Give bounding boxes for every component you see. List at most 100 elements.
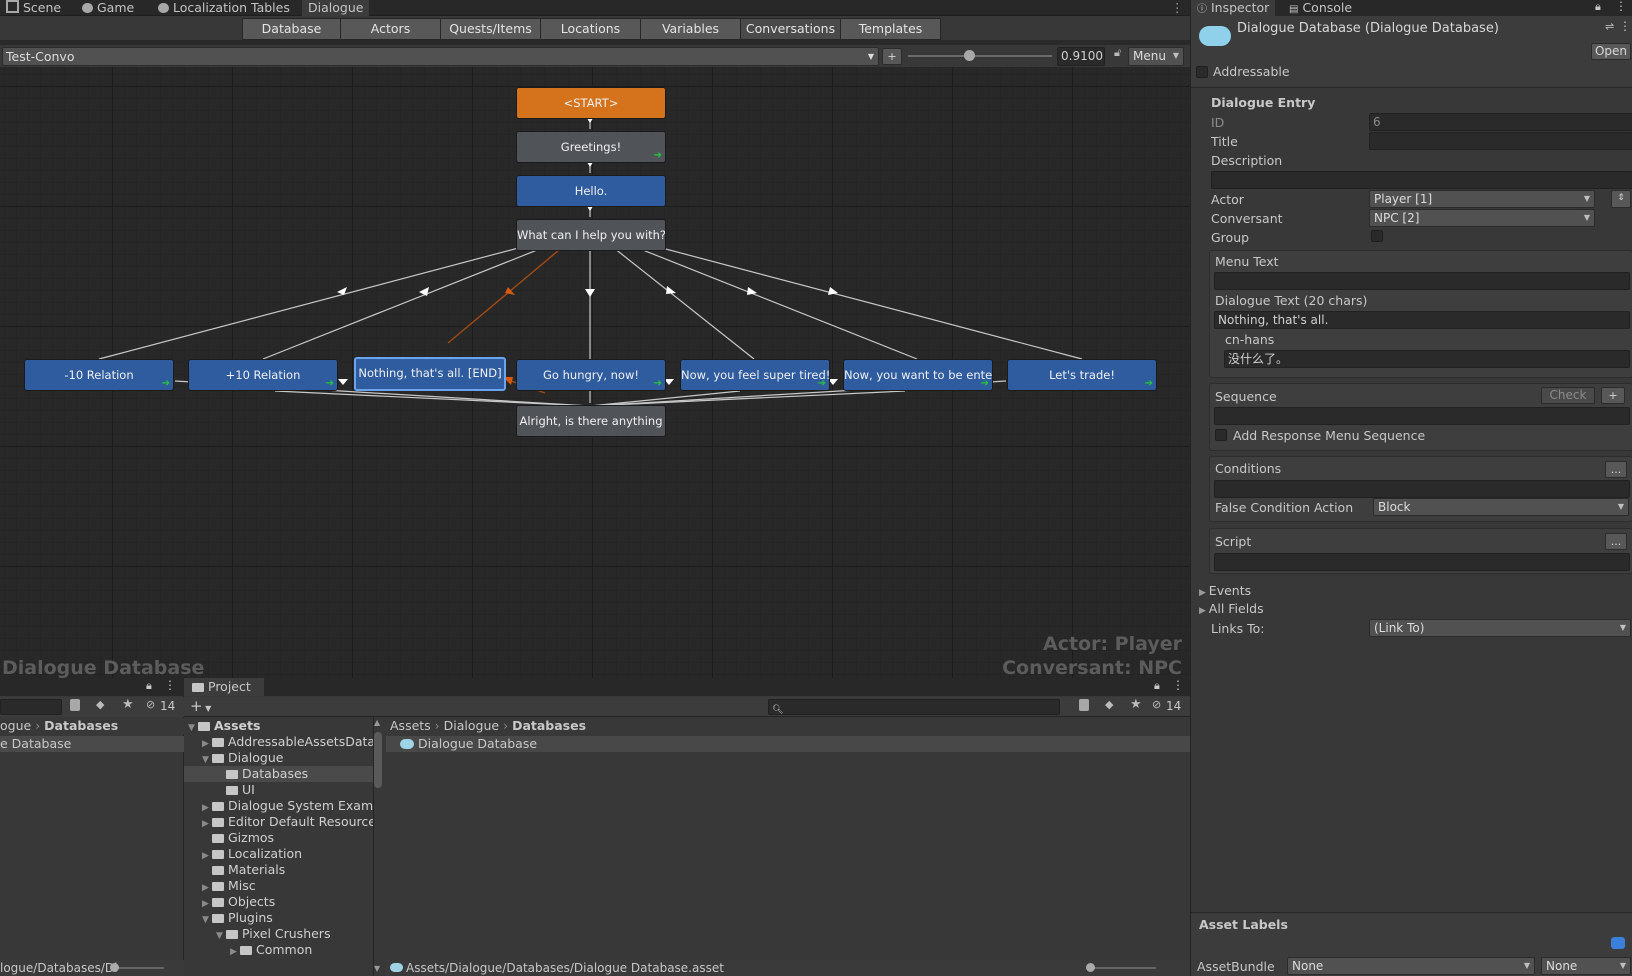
assetbundle-dropdown[interactable]: None ▼ <box>1287 957 1535 975</box>
description-field[interactable] <box>1211 171 1632 189</box>
node-help[interactable]: What can I help you with? <box>516 219 666 251</box>
tab-scene[interactable]: Scene <box>6 0 61 16</box>
dialogue-text-field[interactable]: Nothing, that's all. <box>1214 311 1630 329</box>
left-size-slider-handle[interactable] <box>110 963 119 972</box>
scroll-down-icon[interactable]: ▼ <box>374 964 380 973</box>
create-button[interactable]: + ▼ <box>190 698 211 717</box>
node-entertain[interactable]: Now, you want to be entert ➔ <box>843 359 993 391</box>
tab-dialogue[interactable]: Dialogue <box>302 0 370 16</box>
scroll-up-icon[interactable]: ▲ <box>374 718 380 727</box>
tree-item[interactable]: Materials <box>184 862 373 878</box>
sequence-field[interactable] <box>1214 407 1630 425</box>
left-search-input[interactable] <box>0 699 62 715</box>
node-nothing-end[interactable]: Nothing, that's all. [END] <box>354 357 506 391</box>
tree-item[interactable]: UI <box>184 782 373 798</box>
icon-size-slider[interactable] <box>1086 967 1156 969</box>
tree-item[interactable]: ▼ Pixel Crushers <box>184 926 373 942</box>
tab-quests-items[interactable]: Quests/Items <box>440 18 541 40</box>
tree-item[interactable]: ▼ Assets <box>184 718 373 734</box>
conditions-wizard-button[interactable]: ... <box>1605 461 1627 478</box>
tree-item[interactable]: ▶ Dialogue System Exampl <box>184 798 373 814</box>
more-icon[interactable]: ⋮ <box>1619 19 1631 33</box>
chevron-right-icon[interactable]: ▶ <box>230 944 240 960</box>
filter-type-icon[interactable] <box>70 699 80 711</box>
lock-icon[interactable]: 🔓︎ <box>1114 46 1121 60</box>
add-conversation-button[interactable]: + <box>882 48 902 65</box>
tree-item[interactable]: ▼ Dialogue <box>184 750 373 766</box>
node-lets-trade[interactable]: Let's trade! ➔ <box>1007 359 1157 391</box>
swap-actors-icon[interactable]: ⇕ <box>1611 190 1631 208</box>
tree-scrollbar[interactable] <box>374 732 382 788</box>
tree-item[interactable]: ▶ Misc <box>184 878 373 894</box>
node-plus-10-relation[interactable]: +10 Relation ➔ <box>188 359 338 391</box>
breadcrumb-item[interactable]: Databases <box>44 718 118 733</box>
node-go-hungry[interactable]: Go hungry, now! ➔ <box>516 359 666 391</box>
breadcrumb-item[interactable]: Dialogue <box>444 718 499 733</box>
tree-item[interactable]: ▶ Editor Default Resources <box>184 814 373 830</box>
menu-text-field[interactable] <box>1214 272 1630 290</box>
tab-game[interactable]: Game <box>82 0 134 16</box>
script-field[interactable] <box>1214 553 1630 571</box>
add-sequence-button[interactable]: + <box>1601 387 1625 404</box>
hidden-count-icon[interactable]: ⊘ <box>146 698 155 711</box>
node-greetings[interactable]: Greetings! ➔ <box>516 131 666 163</box>
tab-localization-tables[interactable]: Localization Tables <box>158 0 290 16</box>
filter-type-icon[interactable] <box>1079 699 1089 711</box>
file-row[interactable]: Dialogue Database <box>386 736 1190 752</box>
more-icon[interactable]: ⋮ <box>1615 0 1627 13</box>
tree-item[interactable]: ▼ Plugins <box>184 910 373 926</box>
conversation-dropdown[interactable]: Test-Convo ▼ <box>2 47 879 66</box>
more-icon[interactable]: ⋮ <box>1172 678 1184 692</box>
zoom-slider-handle[interactable] <box>964 50 975 61</box>
node-minus-10-relation[interactable]: -10 Relation ➔ <box>24 359 174 391</box>
locale-text-field[interactable]: 没什么了。 <box>1224 350 1630 368</box>
hidden-count-icon[interactable]: ⊘ <box>1152 698 1161 711</box>
tree-item[interactable]: ▶ Common <box>184 942 373 960</box>
node-alright[interactable]: Alright, is there anything <box>516 405 666 437</box>
tab-conversations[interactable]: Conversations <box>740 18 841 40</box>
settings-icon[interactable]: ⇌ <box>1605 20 1614 33</box>
node-canvas[interactable]: <START> Greetings! ➔ Hello. What can I he… <box>0 67 1190 679</box>
conditions-field[interactable] <box>1214 480 1630 498</box>
label-tag-icon[interactable] <box>1611 937 1625 949</box>
open-button[interactable]: Open <box>1591 43 1631 60</box>
tab-console[interactable]: ▤ Console <box>1289 0 1352 16</box>
tab-project[interactable]: Project <box>184 678 264 696</box>
tab-inspector[interactable]: ⓘ Inspector <box>1191 0 1276 16</box>
assetbundle-variant-dropdown[interactable]: None ▼ <box>1541 957 1631 975</box>
window-menu-icon[interactable]: ⋮ <box>1171 0 1184 16</box>
node-super-tired[interactable]: Now, you feel super tired! ➔ <box>680 359 830 391</box>
tree-item[interactable]: ▶ Objects <box>184 894 373 910</box>
more-icon[interactable]: ⋮ <box>164 678 176 692</box>
left-list-item[interactable]: e Database <box>0 736 184 752</box>
group-checkbox[interactable] <box>1371 230 1383 242</box>
tree-item[interactable]: Databases <box>184 766 373 782</box>
tab-actors[interactable]: Actors <box>340 18 441 40</box>
tree-item[interactable]: ▶ AddressableAssetsData <box>184 734 373 750</box>
links-to-dropdown[interactable]: (Link To) ▼ <box>1369 619 1631 637</box>
tab-locations[interactable]: Locations <box>540 18 641 40</box>
tab-templates[interactable]: Templates <box>840 18 941 40</box>
node-hello[interactable]: Hello. <box>516 175 666 207</box>
star-icon[interactable]: ★ <box>1130 697 1142 712</box>
node-start[interactable]: <START> <box>516 87 666 119</box>
tab-variables[interactable]: Variables <box>640 18 741 40</box>
breadcrumb-item[interactable]: Assets <box>390 718 431 733</box>
title-field[interactable] <box>1369 132 1632 150</box>
all-fields-foldout[interactable]: ▶ All Fields <box>1199 601 1264 616</box>
zoom-slider[interactable] <box>908 55 1052 57</box>
tree-item[interactable]: ▶ Localization <box>184 846 373 862</box>
lock-icon[interactable]: 🔒︎ <box>1595 0 1601 14</box>
tab-database[interactable]: Database <box>242 18 341 40</box>
icon-size-slider-handle[interactable] <box>1086 963 1095 972</box>
project-search-input[interactable]: 🔍︎ <box>768 699 1060 715</box>
star-icon[interactable]: ★ <box>122 697 134 712</box>
zoom-value[interactable]: 0.9100 <box>1057 47 1105 66</box>
lock-icon[interactable]: 🔒︎ <box>146 679 152 693</box>
addressable-checkbox[interactable] <box>1196 66 1208 78</box>
label-tag-icon[interactable]: ◆ <box>96 698 104 711</box>
script-wizard-button[interactable]: ... <box>1605 533 1627 550</box>
label-tag-icon[interactable]: ◆ <box>1105 698 1113 711</box>
lock-icon[interactable]: 🔒︎ <box>1154 679 1160 693</box>
tree-item[interactable]: Gizmos <box>184 830 373 846</box>
